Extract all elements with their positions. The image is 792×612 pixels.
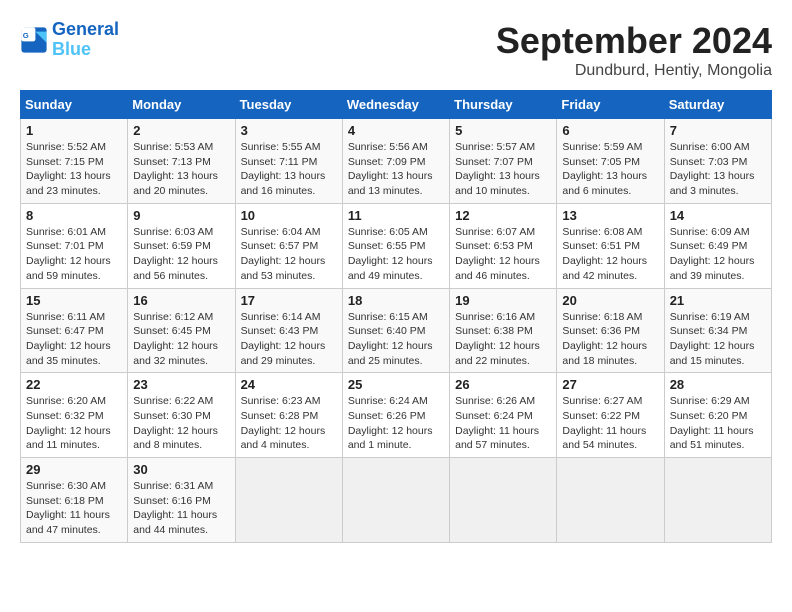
table-row xyxy=(342,458,449,543)
table-row: 7Sunrise: 6:00 AMSunset: 7:03 PMDaylight… xyxy=(664,119,771,204)
logo-line1: General xyxy=(52,19,119,39)
table-row: 10Sunrise: 6:04 AMSunset: 6:57 PMDayligh… xyxy=(235,203,342,288)
logo-text: General Blue xyxy=(52,20,119,60)
header: G General Blue September 2024 Dundburd, … xyxy=(20,20,772,80)
table-row: 9Sunrise: 6:03 AMSunset: 6:59 PMDaylight… xyxy=(128,203,235,288)
table-row: 1Sunrise: 5:52 AMSunset: 7:15 PMDaylight… xyxy=(21,119,128,204)
col-monday: Monday xyxy=(128,91,235,119)
table-row: 21Sunrise: 6:19 AMSunset: 6:34 PMDayligh… xyxy=(664,288,771,373)
col-thursday: Thursday xyxy=(450,91,557,119)
table-row xyxy=(235,458,342,543)
table-row: 3Sunrise: 5:55 AMSunset: 7:11 PMDaylight… xyxy=(235,119,342,204)
logo-icon: G xyxy=(20,26,48,54)
table-row: 17Sunrise: 6:14 AMSunset: 6:43 PMDayligh… xyxy=(235,288,342,373)
col-tuesday: Tuesday xyxy=(235,91,342,119)
table-row: 19Sunrise: 6:16 AMSunset: 6:38 PMDayligh… xyxy=(450,288,557,373)
location: Dundburd, Hentiy, Mongolia xyxy=(496,62,772,80)
title-area: September 2024 Dundburd, Hentiy, Mongoli… xyxy=(496,20,772,80)
col-wednesday: Wednesday xyxy=(342,91,449,119)
table-row: 24Sunrise: 6:23 AMSunset: 6:28 PMDayligh… xyxy=(235,373,342,458)
col-sunday: Sunday xyxy=(21,91,128,119)
table-row: 13Sunrise: 6:08 AMSunset: 6:51 PMDayligh… xyxy=(557,203,664,288)
table-row: 26Sunrise: 6:26 AMSunset: 6:24 PMDayligh… xyxy=(450,373,557,458)
table-row: 2Sunrise: 5:53 AMSunset: 7:13 PMDaylight… xyxy=(128,119,235,204)
table-row: 11Sunrise: 6:05 AMSunset: 6:55 PMDayligh… xyxy=(342,203,449,288)
table-row: 15Sunrise: 6:11 AMSunset: 6:47 PMDayligh… xyxy=(21,288,128,373)
table-row: 18Sunrise: 6:15 AMSunset: 6:40 PMDayligh… xyxy=(342,288,449,373)
table-row: 27Sunrise: 6:27 AMSunset: 6:22 PMDayligh… xyxy=(557,373,664,458)
table-row: 16Sunrise: 6:12 AMSunset: 6:45 PMDayligh… xyxy=(128,288,235,373)
col-friday: Friday xyxy=(557,91,664,119)
calendar-header-row: Sunday Monday Tuesday Wednesday Thursday… xyxy=(21,91,772,119)
table-row: 20Sunrise: 6:18 AMSunset: 6:36 PMDayligh… xyxy=(557,288,664,373)
table-row: 14Sunrise: 6:09 AMSunset: 6:49 PMDayligh… xyxy=(664,203,771,288)
table-row: 22Sunrise: 6:20 AMSunset: 6:32 PMDayligh… xyxy=(21,373,128,458)
logo: G General Blue xyxy=(20,20,119,60)
table-row: 29Sunrise: 6:30 AMSunset: 6:18 PMDayligh… xyxy=(21,458,128,543)
table-row: 6Sunrise: 5:59 AMSunset: 7:05 PMDaylight… xyxy=(557,119,664,204)
table-row: 23Sunrise: 6:22 AMSunset: 6:30 PMDayligh… xyxy=(128,373,235,458)
col-saturday: Saturday xyxy=(664,91,771,119)
month-year: September 2024 xyxy=(496,20,772,62)
table-row: 30Sunrise: 6:31 AMSunset: 6:16 PMDayligh… xyxy=(128,458,235,543)
table-row: 8Sunrise: 6:01 AMSunset: 7:01 PMDaylight… xyxy=(21,203,128,288)
table-row: 12Sunrise: 6:07 AMSunset: 6:53 PMDayligh… xyxy=(450,203,557,288)
svg-text:G: G xyxy=(23,31,29,40)
table-row xyxy=(664,458,771,543)
table-row xyxy=(557,458,664,543)
table-row: 5Sunrise: 5:57 AMSunset: 7:07 PMDaylight… xyxy=(450,119,557,204)
table-row xyxy=(450,458,557,543)
logo-line2: Blue xyxy=(52,39,91,59)
table-row: 25Sunrise: 6:24 AMSunset: 6:26 PMDayligh… xyxy=(342,373,449,458)
table-row: 28Sunrise: 6:29 AMSunset: 6:20 PMDayligh… xyxy=(664,373,771,458)
calendar-table: Sunday Monday Tuesday Wednesday Thursday… xyxy=(20,90,772,543)
table-row: 4Sunrise: 5:56 AMSunset: 7:09 PMDaylight… xyxy=(342,119,449,204)
